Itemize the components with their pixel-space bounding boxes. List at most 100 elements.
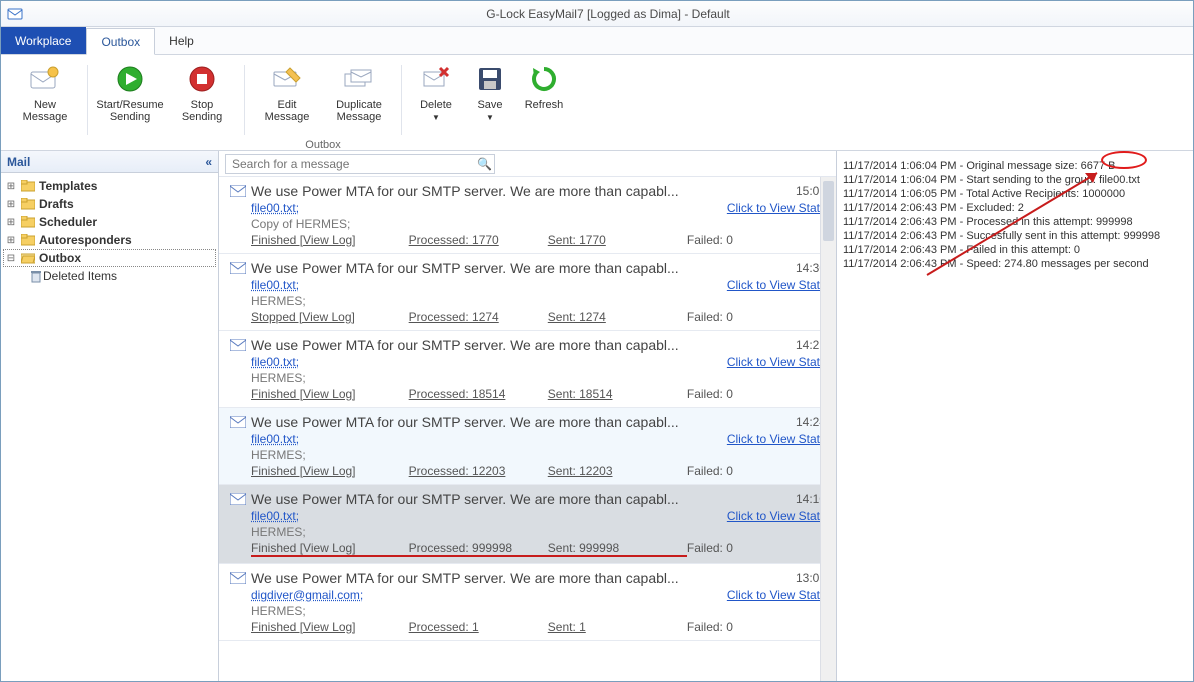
message-status[interactable]: Finished [View Log] bbox=[251, 541, 409, 557]
refresh-button[interactable]: Refresh bbox=[516, 61, 572, 139]
message-attachment[interactable]: digdiver@gmail.com; bbox=[251, 588, 363, 602]
app-icon bbox=[7, 6, 23, 22]
ribbon-separator bbox=[244, 65, 245, 135]
message-subject: We use Power MTA for our SMTP server. We… bbox=[251, 260, 788, 276]
message-attachment[interactable]: file00.txt; bbox=[251, 201, 299, 215]
message-subject: We use Power MTA for our SMTP server. We… bbox=[251, 491, 788, 507]
message-group: HERMES; bbox=[229, 525, 826, 539]
new-message-button[interactable]: NewMessage bbox=[9, 61, 81, 139]
message-attachment[interactable]: file00.txt; bbox=[251, 278, 299, 292]
message-failed: Failed: 0 bbox=[687, 541, 826, 557]
view-stats-link[interactable]: Click to View Stats bbox=[727, 201, 826, 215]
message-failed: Failed: 0 bbox=[687, 387, 826, 401]
tree-deleted-items[interactable]: Deleted Items bbox=[3, 267, 216, 285]
message-subject: We use Power MTA for our SMTP server. We… bbox=[251, 570, 788, 586]
tree-outbox[interactable]: ⊟Outbox bbox=[3, 249, 216, 267]
folder-tree: ⊞Templates ⊞Drafts ⊞Scheduler ⊞Autorespo… bbox=[1, 173, 218, 289]
message-group: HERMES; bbox=[229, 371, 826, 385]
message-sent[interactable]: Sent: 12203 bbox=[548, 464, 687, 478]
title-bar: G-Lock EasyMail7 [Logged as Dima] - Defa… bbox=[1, 1, 1193, 27]
message-list-panel: 🔍 We use Power MTA for our SMTP server. … bbox=[219, 151, 837, 681]
message-sent[interactable]: Sent: 1274 bbox=[548, 310, 687, 324]
message-item[interactable]: We use Power MTA for our SMTP server. We… bbox=[219, 177, 836, 254]
message-sent[interactable]: Sent: 1 bbox=[548, 620, 687, 634]
message-status[interactable]: Finished [View Log] bbox=[251, 464, 409, 478]
stop-sending-button[interactable]: StopSending bbox=[166, 61, 238, 139]
message-processed[interactable]: Processed: 999998 bbox=[409, 541, 548, 557]
tree-templates[interactable]: ⊞Templates bbox=[3, 177, 216, 195]
menu-workplace[interactable]: Workplace bbox=[1, 27, 86, 54]
message-processed[interactable]: Processed: 18514 bbox=[409, 387, 548, 401]
message-item[interactable]: We use Power MTA for our SMTP server. We… bbox=[219, 564, 836, 641]
folder-icon bbox=[20, 233, 36, 247]
tree-drafts[interactable]: ⊞Drafts bbox=[3, 195, 216, 213]
sidebar: Mail « ⊞Templates ⊞Drafts ⊞Scheduler ⊞Au… bbox=[1, 151, 219, 681]
view-stats-link[interactable]: Click to View Stats bbox=[727, 588, 826, 602]
message-subject: We use Power MTA for our SMTP server. We… bbox=[251, 337, 788, 353]
search-input[interactable] bbox=[225, 154, 495, 174]
stop-sending-label: StopSending bbox=[182, 99, 222, 123]
message-attachment[interactable]: file00.txt; bbox=[251, 432, 299, 446]
message-group: HERMES; bbox=[229, 294, 826, 308]
edit-message-label: EditMessage bbox=[265, 99, 310, 123]
message-status[interactable]: Finished [View Log] bbox=[251, 233, 409, 247]
play-icon bbox=[114, 63, 146, 95]
save-label: Save▼ bbox=[477, 99, 502, 124]
envelope-icon bbox=[229, 262, 247, 274]
duplicate-message-button[interactable]: DuplicateMessage bbox=[323, 61, 395, 139]
message-processed[interactable]: Processed: 1770 bbox=[409, 233, 548, 247]
delete-button[interactable]: Delete▼ bbox=[408, 61, 464, 139]
view-stats-link[interactable]: Click to View Stats bbox=[727, 509, 826, 523]
tree-scheduler[interactable]: ⊞Scheduler bbox=[3, 213, 216, 231]
message-item[interactable]: We use Power MTA for our SMTP server. We… bbox=[219, 408, 836, 485]
message-list[interactable]: We use Power MTA for our SMTP server. We… bbox=[219, 177, 836, 681]
message-attachment[interactable]: file00.txt; bbox=[251, 355, 299, 369]
menu-outbox[interactable]: Outbox bbox=[86, 28, 155, 55]
scroll-thumb[interactable] bbox=[823, 181, 834, 241]
message-processed[interactable]: Processed: 12203 bbox=[409, 464, 548, 478]
message-sent[interactable]: Sent: 999998 bbox=[548, 541, 687, 557]
duplicate-message-label: DuplicateMessage bbox=[336, 99, 382, 123]
message-item[interactable]: We use Power MTA for our SMTP server. We… bbox=[219, 254, 836, 331]
message-status[interactable]: Finished [View Log] bbox=[251, 387, 409, 401]
message-subject: We use Power MTA for our SMTP server. We… bbox=[251, 183, 788, 199]
save-button[interactable]: Save▼ bbox=[464, 61, 516, 139]
message-processed[interactable]: Processed: 1274 bbox=[409, 310, 548, 324]
message-sent[interactable]: Sent: 1770 bbox=[548, 233, 687, 247]
message-group: HERMES; bbox=[229, 604, 826, 618]
folder-icon bbox=[20, 197, 36, 211]
message-status[interactable]: Finished [View Log] bbox=[251, 620, 409, 634]
refresh-label: Refresh bbox=[525, 99, 564, 111]
message-failed: Failed: 0 bbox=[687, 233, 826, 247]
message-item[interactable]: We use Power MTA for our SMTP server. We… bbox=[219, 331, 836, 408]
ribbon-separator bbox=[87, 65, 88, 135]
view-stats-link[interactable]: Click to View Stats bbox=[727, 355, 826, 369]
refresh-icon bbox=[528, 63, 560, 95]
stop-icon bbox=[186, 63, 218, 95]
trash-icon bbox=[29, 269, 43, 283]
message-attachment[interactable]: file00.txt; bbox=[251, 509, 299, 523]
message-status[interactable]: Stopped [View Log] bbox=[251, 310, 409, 324]
sidebar-title: Mail bbox=[7, 155, 30, 169]
delete-label: Delete▼ bbox=[420, 99, 452, 124]
save-icon bbox=[474, 63, 506, 95]
tree-autoresponders[interactable]: ⊞Autoresponders bbox=[3, 231, 216, 249]
message-processed[interactable]: Processed: 1 bbox=[409, 620, 548, 634]
menu-help[interactable]: Help bbox=[155, 27, 209, 54]
new-message-icon bbox=[29, 63, 61, 95]
message-failed: Failed: 0 bbox=[687, 464, 826, 478]
edit-message-button[interactable]: EditMessage bbox=[251, 61, 323, 139]
ribbon-separator bbox=[401, 65, 402, 135]
main: 🔍 We use Power MTA for our SMTP server. … bbox=[219, 151, 1193, 681]
start-resume-button[interactable]: Start/ResumeSending bbox=[94, 61, 166, 139]
annotation-arrow bbox=[897, 165, 1117, 355]
message-sent[interactable]: Sent: 18514 bbox=[548, 387, 687, 401]
message-item[interactable]: We use Power MTA for our SMTP server. We… bbox=[219, 485, 836, 564]
view-stats-link[interactable]: Click to View Stats bbox=[727, 432, 826, 446]
view-stats-link[interactable]: Click to View Stats bbox=[727, 278, 826, 292]
sidebar-collapse-icon[interactable]: « bbox=[205, 155, 212, 169]
ribbon-group-actions: Delete▼ Save▼ Refresh bbox=[408, 61, 572, 153]
menu-bar: Workplace Outbox Help bbox=[1, 27, 1193, 55]
scrollbar[interactable]: ▴ bbox=[820, 177, 836, 681]
start-resume-label: Start/ResumeSending bbox=[96, 99, 163, 123]
